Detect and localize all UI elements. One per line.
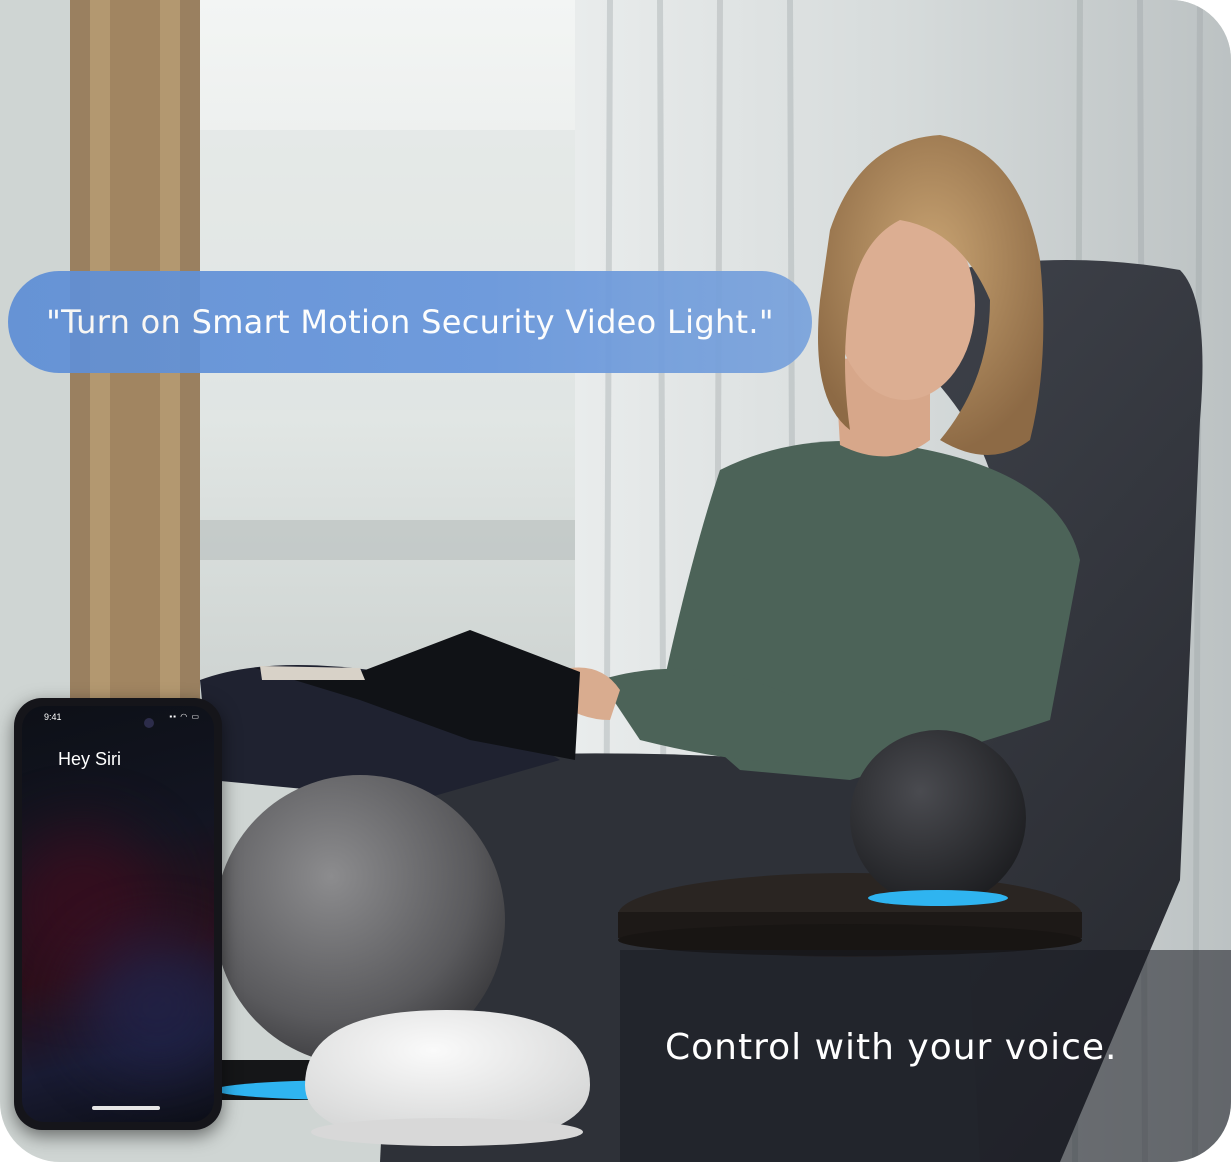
voice-command-text: "Turn on Smart Motion Security Video Lig… — [46, 303, 774, 341]
smartphone: 9:41 ▪▪ ◠ ▭ Hey Siri — [14, 698, 222, 1130]
status-time: 9:41 — [44, 712, 62, 722]
phone-status-bar: 9:41 ▪▪ ◠ ▭ — [44, 711, 200, 728]
tagline: Control with your voice. — [665, 1027, 1118, 1068]
phone-screen: 9:41 ▪▪ ◠ ▭ Hey Siri — [22, 706, 214, 1122]
product-image-card: "Turn on Smart Motion Security Video Lig… — [0, 0, 1231, 1162]
dynamic-island — [144, 718, 154, 728]
voice-command-bubble: "Turn on Smart Motion Security Video Lig… — [8, 271, 812, 373]
home-indicator — [92, 1106, 160, 1110]
siri-prompt: Hey Siri — [58, 749, 122, 769]
status-icons: ▪▪ ◠ ▭ — [169, 712, 200, 721]
